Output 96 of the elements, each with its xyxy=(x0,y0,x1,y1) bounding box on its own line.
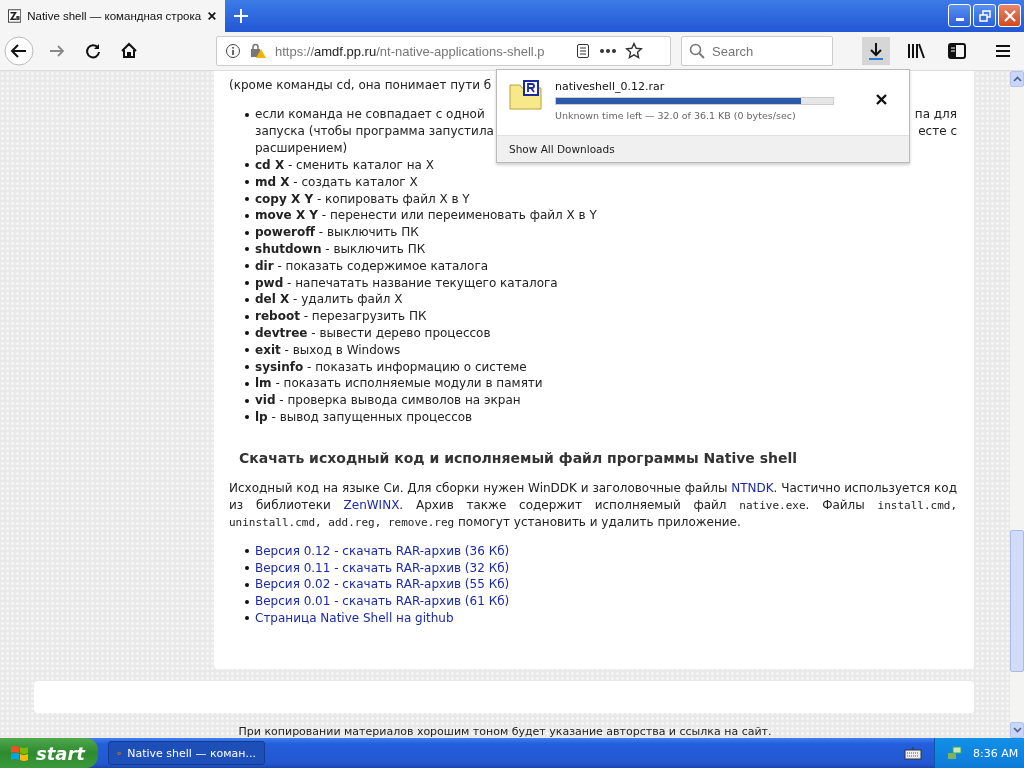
file-name: nativeshell_0.12.rar xyxy=(555,80,666,93)
cancel-icon[interactable] xyxy=(876,94,887,105)
reader-view-icon[interactable] xyxy=(575,43,591,59)
download-link[interactable]: Версия 0.02 - скачать RAR-архив (55 Кб) xyxy=(255,576,510,594)
bullet-icon xyxy=(245,549,249,554)
downloads-button[interactable] xyxy=(862,37,890,65)
scroll-thumb[interactable] xyxy=(1010,530,1024,672)
bullet-icon xyxy=(245,565,249,570)
show-all-downloads-button[interactable]: Show All Downloads xyxy=(497,135,909,162)
close-icon[interactable] xyxy=(207,10,217,22)
search-icon xyxy=(689,43,705,59)
command-item: shutdown - выключить ПК xyxy=(255,241,426,258)
start-button[interactable]: start xyxy=(0,738,98,768)
network-icon[interactable] xyxy=(947,745,963,761)
download-arrow-icon xyxy=(867,41,885,61)
bullet-icon xyxy=(245,197,249,201)
more-icon[interactable] xyxy=(599,48,617,54)
command-item: exit - выход в Windows xyxy=(255,341,401,359)
command-item: del X - удалить файл X xyxy=(255,291,403,309)
restore-icon xyxy=(978,9,991,22)
scroll-down-button[interactable] xyxy=(1010,722,1024,738)
command-item: md X - создать каталог X xyxy=(255,173,418,191)
download-link[interactable]: Версия 0.01 - скачать RAR-архив (61 Кб) xyxy=(255,593,510,610)
download-link[interactable]: Версия 0.12 - скачать RAR-архив (36 Кб) xyxy=(255,542,510,560)
scrollbar[interactable] xyxy=(1010,71,1024,738)
archive-file-icon xyxy=(509,80,543,110)
back-button[interactable] xyxy=(4,36,34,66)
bullet-icon xyxy=(245,331,249,336)
command-item: cd X - сменить каталог на X xyxy=(255,157,434,174)
intro-text: (кроме команды cd, она понимает пути б xyxy=(229,77,492,94)
lock-warning-icon[interactable] xyxy=(249,43,267,59)
bullet-icon xyxy=(245,364,249,369)
bullet-icon xyxy=(245,163,249,168)
list-text: запуска (чтобы программа запустила xyxy=(255,123,494,140)
download-status: Unknown time left — 32.0 of 36.1 KB (0 bytes/sec) xyxy=(555,110,797,121)
bullet-icon xyxy=(245,314,249,319)
bullet-icon xyxy=(245,381,249,386)
section-heading: Скачать исходный код и исполняемый файл программы Native shell xyxy=(239,449,799,466)
bullet-icon xyxy=(245,247,249,252)
bullet-icon xyxy=(245,415,249,420)
reload-icon[interactable] xyxy=(84,42,102,60)
restore-button[interactable] xyxy=(973,4,996,27)
minimize-button[interactable] xyxy=(948,4,971,27)
taskbar-item[interactable]: Native shell — коман... xyxy=(108,741,265,765)
star-icon[interactable] xyxy=(625,42,643,60)
home-icon[interactable] xyxy=(120,42,138,60)
bullet-icon xyxy=(245,280,249,285)
command-item: poweroff - выключить ПК xyxy=(255,224,419,241)
bullet-icon xyxy=(245,180,249,185)
download-link[interactable]: Версия 0.11 - скачать RAR-архив (32 Кб) xyxy=(255,559,510,577)
windows-logo-icon xyxy=(10,744,30,762)
command-item: devtree - вывести дерево процессов xyxy=(255,324,491,342)
command-item: move X Y - перенести или переименовать файл X в Y xyxy=(255,207,597,225)
bullet-icon xyxy=(245,348,249,353)
command-item: lp - вывод запущенных процессов xyxy=(255,408,473,426)
info-icon[interactable] xyxy=(225,43,241,59)
command-item: reboot - перезагрузить ПК xyxy=(255,308,427,325)
list-text: если команда не совпадает с одной xyxy=(255,106,485,123)
search-field[interactable]: Search xyxy=(681,36,833,66)
bullet-icon xyxy=(245,112,249,117)
command-item: dir - показать содержимое каталога xyxy=(255,257,489,275)
bullet-icon xyxy=(245,616,249,621)
clock: 8:36 AM xyxy=(973,746,1019,760)
bullet-icon xyxy=(245,230,249,235)
bullet-icon xyxy=(245,213,249,218)
bullet-icon xyxy=(245,582,249,587)
bullet-icon xyxy=(245,599,249,604)
address-field[interactable]: https://amdf.pp.ru/nt-native-applications-shell.p xyxy=(216,36,671,66)
bullet-icon xyxy=(245,297,249,302)
command-item: copy X Y - копировать файл X в Y xyxy=(255,190,470,208)
close-button[interactable] xyxy=(998,4,1021,27)
scroll-up-button[interactable] xyxy=(1010,71,1024,87)
library-link[interactable]: NTNDK xyxy=(731,480,774,495)
url-text: https://amdf.pp.ru/nt-native-applications-shell.p xyxy=(275,43,546,59)
site-icon xyxy=(8,8,22,24)
command-item: vid - проверка вывода символов на экран xyxy=(255,392,521,409)
command-item: lm - показать исполняемые модули в памяти xyxy=(255,375,543,393)
close-icon xyxy=(1003,9,1016,22)
tab-title: Native shell — командная строка xyxy=(27,10,202,22)
sidebar-icon[interactable] xyxy=(948,43,966,59)
minimize-icon xyxy=(955,17,964,21)
keyboard-icon[interactable] xyxy=(904,746,922,760)
bullet-icon xyxy=(245,398,249,403)
copyright-note: При копировании материалов хорошим тоном будет указание авторства и ссылка на сайт. xyxy=(237,725,773,738)
description-paragraph: Исходный код на языке Си. Для сборки нужен WinDDK и заголовочные файлы NTNDK. Частично используется код из библиотеки ZenWINX. Архив также содержит исполняемый файл native.exe. Файлы install.cmd, uninstall.cmd, add.reg, remove.reg помогут установить и удалить приложение. xyxy=(229,479,957,531)
browser-tab[interactable]: Native shell — командная строка xyxy=(0,0,225,32)
command-item: pwd - напечатать название текущего каталога xyxy=(255,274,558,292)
list-text: па для xyxy=(914,106,957,123)
list-text: расширением) xyxy=(255,140,348,157)
download-link[interactable]: Страница Native Shell на github xyxy=(255,609,454,627)
new-tab-icon[interactable] xyxy=(233,8,249,24)
bullet-icon xyxy=(245,264,249,269)
library-icon[interactable] xyxy=(906,42,926,60)
list-text: есте с xyxy=(918,123,957,140)
command-item: sysinfo - показать информацию о системе xyxy=(255,358,527,376)
menu-icon[interactable] xyxy=(994,43,1012,59)
